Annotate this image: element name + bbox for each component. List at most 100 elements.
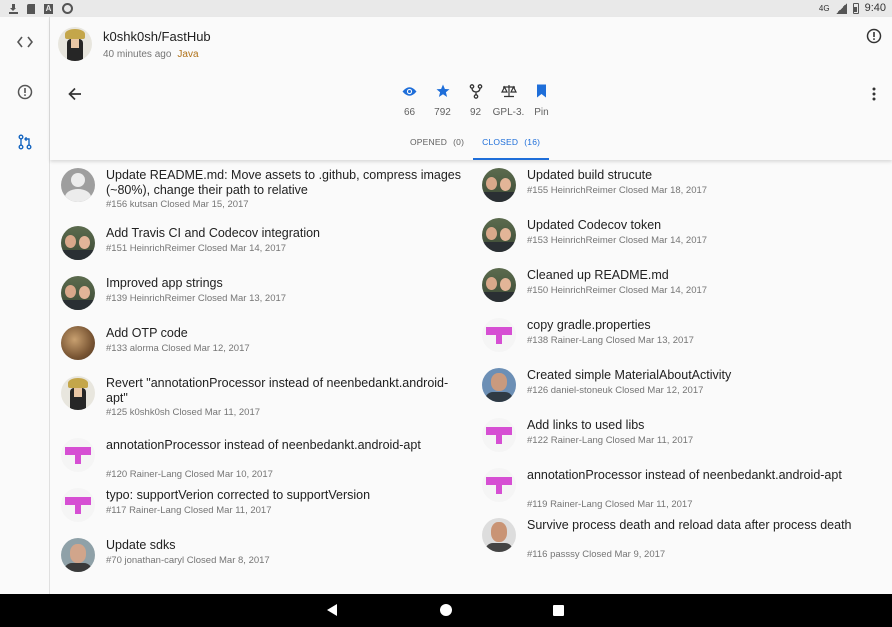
pr-subtitle: #151 HeinrichReimer Closed Mar 14, 2017 bbox=[106, 243, 287, 254]
tab-closed-label: CLOSED bbox=[482, 137, 519, 147]
more-vert-icon[interactable] bbox=[872, 87, 876, 101]
pr-title: Survive process death and reload data af… bbox=[527, 518, 852, 532]
stat-license[interactable]: GPL-3. bbox=[492, 83, 525, 118]
pr-list-item[interactable]: copy gradle.properties #138 Rainer-Lang C… bbox=[471, 318, 892, 362]
nav-home-icon[interactable] bbox=[440, 604, 452, 616]
pr-title: Add OTP code bbox=[106, 326, 188, 340]
nav-back-icon[interactable] bbox=[327, 604, 337, 616]
stat-watchers-label: 66 bbox=[403, 107, 416, 118]
network-type: 4G bbox=[818, 3, 830, 13]
navigation-rail bbox=[0, 17, 50, 594]
stat-watchers[interactable]: 66 bbox=[393, 83, 426, 118]
pr-title: Cleaned up README.md bbox=[527, 268, 669, 282]
issue-icon bbox=[17, 84, 33, 100]
pr-author-avatar[interactable] bbox=[482, 218, 516, 252]
pr-list-item[interactable]: Improved app strings #139 HeinrichReimer … bbox=[50, 276, 471, 320]
status-bar: A 4G 9:40 bbox=[0, 0, 892, 17]
pull-request-list: Update README.md: Move assets to .github… bbox=[50, 160, 892, 594]
tab-opened-label: OPENED bbox=[410, 137, 448, 147]
pr-author-avatar[interactable] bbox=[482, 168, 516, 202]
code-icon bbox=[17, 36, 33, 48]
pr-author-avatar[interactable] bbox=[482, 268, 516, 302]
pr-author-avatar[interactable] bbox=[61, 538, 95, 572]
pr-subtitle: #155 HeinrichReimer Closed Mar 18, 2017 bbox=[527, 185, 708, 196]
repo-updated: 40 minutes ago bbox=[103, 49, 172, 60]
scale-icon bbox=[500, 85, 517, 98]
pr-author-avatar[interactable] bbox=[61, 438, 95, 472]
pr-state-tabs: OPENED (0) CLOSED (16) bbox=[401, 129, 550, 160]
rail-issues[interactable] bbox=[15, 82, 35, 102]
signal-icon bbox=[835, 2, 847, 14]
pr-author-avatar[interactable] bbox=[482, 468, 516, 502]
stat-stars[interactable]: 792 bbox=[426, 83, 459, 118]
pr-title: Updated Codecov token bbox=[527, 218, 662, 232]
pr-list-item[interactable]: Survive process death and reload data af… bbox=[471, 518, 892, 574]
pr-list-item[interactable]: Update sdks #70 jonathan-caryl Closed Mar… bbox=[50, 538, 471, 582]
pr-title: annotationProcessor instead of neenbedan… bbox=[106, 438, 421, 452]
back-arrow-icon[interactable] bbox=[66, 85, 84, 103]
stat-pin[interactable]: Pin bbox=[525, 83, 558, 118]
pr-title: typo: supportVerion corrected to support… bbox=[106, 488, 371, 502]
stat-forks-label: 92 bbox=[469, 107, 482, 118]
pull-request-icon bbox=[18, 134, 32, 150]
app-notification-icon: A bbox=[44, 3, 53, 14]
tab-opened[interactable]: OPENED (0) bbox=[401, 129, 473, 160]
pr-list-item[interactable]: annotationProcessor instead of neenbedan… bbox=[471, 468, 892, 524]
download-icon bbox=[9, 3, 18, 14]
pr-author-avatar[interactable] bbox=[482, 368, 516, 402]
stat-stars-label: 792 bbox=[434, 107, 451, 118]
pr-author-avatar[interactable] bbox=[482, 418, 516, 452]
pr-subtitle: #117 Rainer-Lang Closed Mar 11, 2017 bbox=[106, 505, 272, 516]
rail-code[interactable] bbox=[15, 32, 35, 52]
pr-subtitle: #122 Rainer-Lang Closed Mar 11, 2017 bbox=[527, 435, 694, 446]
clock: 9:40 bbox=[864, 2, 886, 14]
notification-icons: A bbox=[9, 3, 73, 14]
pr-subtitle: #156 kutsan Closed Mar 15, 2017 bbox=[106, 199, 249, 210]
pr-subtitle: #133 alorma Closed Mar 12, 2017 bbox=[106, 343, 250, 354]
pr-list-item[interactable]: annotationProcessor instead of neenbedan… bbox=[50, 438, 471, 494]
pr-list-item[interactable]: Cleaned up README.md #150 HeinrichReimer … bbox=[471, 268, 892, 312]
pr-title: annotationProcessor instead of neenbedan… bbox=[527, 468, 842, 482]
pr-list-item[interactable]: typo: supportVerion corrected to support… bbox=[50, 488, 471, 532]
pr-list-item[interactable]: Add Travis CI and Codecov integration #15… bbox=[50, 226, 471, 270]
pr-subtitle: #125 k0shk0sh Closed Mar 11, 2017 bbox=[106, 407, 261, 418]
tab-opened-count: (0) bbox=[453, 137, 465, 147]
eye-icon bbox=[402, 86, 417, 96]
pr-author-avatar[interactable] bbox=[61, 376, 95, 410]
pr-list-item[interactable]: Revert "annotationProcessor instead of n… bbox=[50, 376, 471, 432]
sd-card-icon bbox=[27, 3, 35, 14]
repo-owner-avatar[interactable] bbox=[58, 27, 92, 61]
pr-list-item[interactable]: Updated build strucute #155 HeinrichReime… bbox=[471, 168, 892, 212]
tab-closed[interactable]: CLOSED (16) bbox=[473, 129, 550, 160]
pr-author-avatar[interactable] bbox=[61, 168, 95, 202]
stat-forks[interactable]: 92 bbox=[459, 83, 492, 118]
bookmark-icon bbox=[537, 84, 546, 98]
pr-title: Add links to used libs bbox=[527, 418, 645, 432]
pr-author-avatar[interactable] bbox=[61, 488, 95, 522]
repo-name: k0shk0sh/FastHub bbox=[103, 29, 211, 44]
pr-subtitle: #138 Rainer-Lang Closed Mar 13, 2017 bbox=[527, 335, 694, 346]
pr-author-avatar[interactable] bbox=[482, 518, 516, 552]
pr-list-item[interactable]: Add links to used libs #122 Rainer-Lang C… bbox=[471, 418, 892, 462]
pr-title: Update README.md: Move assets to .github… bbox=[106, 168, 462, 197]
pr-list-item[interactable]: Add OTP code #133 alorma Closed Mar 12, 2… bbox=[50, 326, 471, 370]
pr-author-avatar[interactable] bbox=[61, 326, 95, 360]
repo-stats: 66 792 92 GPL-3. Pin bbox=[393, 83, 558, 118]
system-navigation-bar bbox=[0, 594, 892, 627]
pr-list-item[interactable]: Created simple MaterialAboutActivity #126… bbox=[471, 368, 892, 412]
pr-subtitle: #119 Rainer-Lang Closed Mar 11, 2017 bbox=[527, 499, 693, 510]
pr-list-item[interactable]: Update README.md: Move assets to .github… bbox=[50, 168, 471, 224]
info-icon[interactable] bbox=[866, 28, 882, 44]
pr-title: Updated build strucute bbox=[527, 168, 653, 182]
stat-license-label: GPL-3. bbox=[492, 107, 525, 118]
pr-title: Add Travis CI and Codecov integration bbox=[106, 226, 321, 240]
pr-author-avatar[interactable] bbox=[482, 318, 516, 352]
pr-author-avatar[interactable] bbox=[61, 276, 95, 310]
pr-list-item[interactable]: Updated Codecov token #153 HeinrichReimer… bbox=[471, 218, 892, 262]
rail-pull-requests[interactable] bbox=[15, 132, 35, 152]
pr-author-avatar[interactable] bbox=[61, 226, 95, 260]
nav-recents-icon[interactable] bbox=[553, 605, 564, 616]
repo-header: k0shk0sh/FastHub 40 minutes ago Java 66 7… bbox=[50, 17, 892, 160]
repo-language: Java bbox=[177, 49, 199, 60]
pr-title: Improved app strings bbox=[106, 276, 223, 290]
